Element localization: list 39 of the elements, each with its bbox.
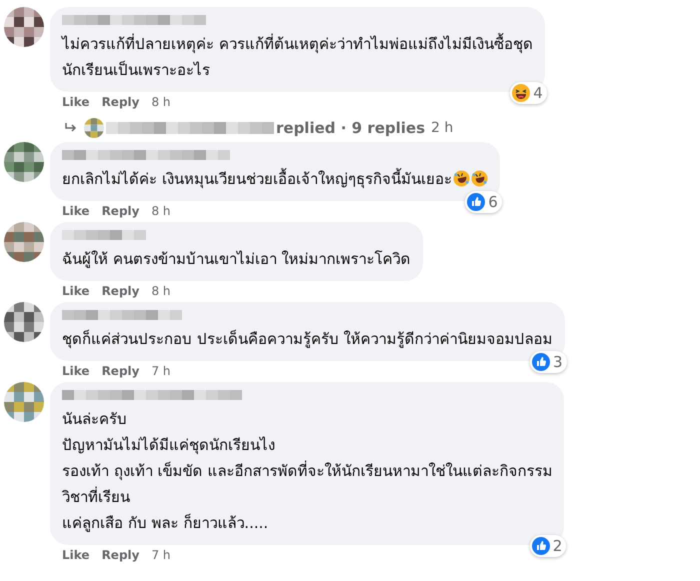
comment-time: 7 h	[151, 363, 171, 379]
reaction-count-badge[interactable]: 2	[530, 535, 566, 557]
pixelated-avatar	[4, 302, 44, 342]
comment-time: 8 h	[151, 283, 171, 299]
reply-link[interactable]: Reply	[102, 547, 140, 563]
reaction-count-badge[interactable]: 6	[465, 191, 502, 213]
laughing-face-icon	[512, 84, 530, 102]
reply-link[interactable]: Reply	[102, 283, 140, 299]
pixelated-avatar	[4, 7, 44, 47]
reply-link[interactable]: Reply	[102, 203, 140, 219]
reply-link[interactable]: Reply	[102, 363, 140, 379]
comment-text: นันล่ะครับ ปัญหามันไม่ได้มีแค่ชุดนักเรียนไง รองเท้า ถุงเท้า เข็มขัด และอีกสารพัดที่จะให้นักเรียนหามาใช่ในแต่ละกิจกรรม วิชาที่เรียน แค่ลูกเสือ กับ พละ ก็ยาวแล้ว.....	[62, 409, 552, 534]
comment-text: ยกเลิกไม่ได้ค่ะ เงินหมุนเวียนช่วยเอื้อเจ้าใหญ่ๆธุรกิจนี้มันเยอะ	[62, 166, 488, 192]
thumbs-up-icon	[532, 537, 550, 555]
reply-link[interactable]: Reply	[102, 94, 140, 110]
comment-time: 7 h	[151, 547, 171, 563]
comment-text: ไม่ควรแก้ที่ปลายเหตุค่ะ ควรแก้ที่ต้นเหตุค่ะว่าทำไมพ่อแม่ถึงไม่มีเงินซื้อชุด นักเรียนเป็นเพราะอะไร	[62, 32, 533, 81]
like-link[interactable]: Like	[62, 547, 90, 563]
pixelated-avatar	[4, 382, 44, 422]
replies-time: 2 h	[431, 119, 454, 138]
rolling-laughing-face-icon	[470, 170, 488, 187]
reaction-count-badge[interactable]: 4	[510, 82, 547, 104]
comment-text: ชุดก็แค่ส่วนประกอบ ประเด็นคือความรู้ครับ ให้ความรู้ดีกว่าค่านิยมจอมปลอม	[62, 328, 553, 350]
comment-time: 8 h	[151, 203, 171, 219]
pixelated-avatar	[4, 142, 44, 182]
like-link[interactable]: Like	[62, 203, 90, 219]
comment-time: 8 h	[151, 94, 171, 110]
like-link[interactable]: Like	[62, 363, 90, 379]
comment-text: ฉันผู้ให้ คนตรงข้ามบ้านเขาไม่เอา ใหม่มากเพราะโควิด	[62, 249, 411, 270]
pixelated-avatar	[4, 222, 44, 262]
view-replies-link[interactable]: replied · 9 replies	[276, 118, 425, 138]
reaction-count-badge[interactable]: 3	[530, 351, 567, 373]
like-link[interactable]: Like	[62, 94, 90, 110]
reply-arrow-icon	[64, 122, 78, 134]
rolling-laughing-face-icon	[452, 170, 470, 187]
thumbs-up-icon	[532, 353, 550, 371]
thumbs-up-icon	[467, 193, 486, 211]
like-link[interactable]: Like	[62, 283, 90, 299]
pixelated-avatar	[84, 118, 104, 138]
